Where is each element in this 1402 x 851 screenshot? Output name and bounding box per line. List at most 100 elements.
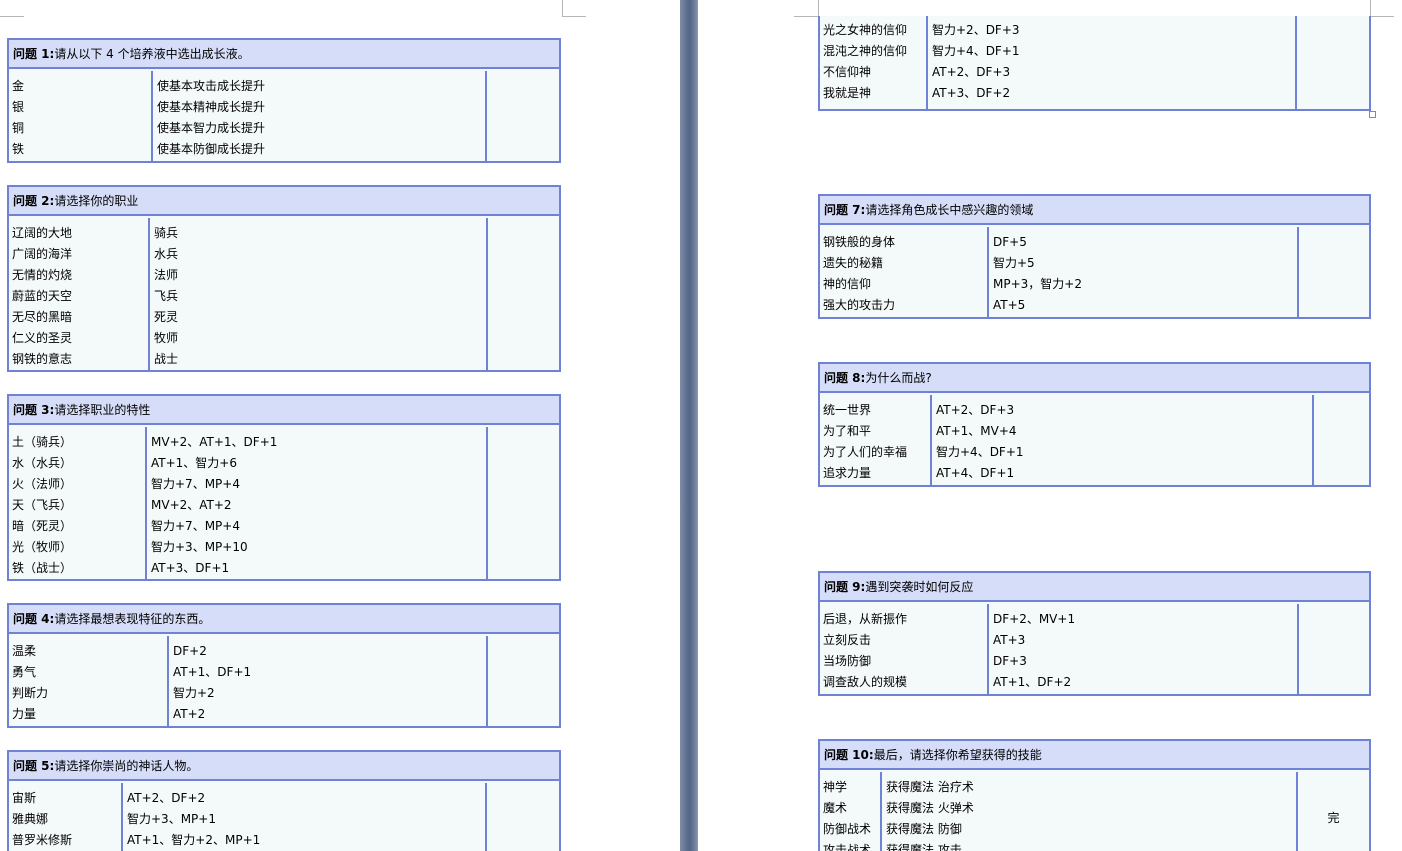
question-text: 请选择你的职业 [54, 194, 139, 208]
question-header: 问题 4:请选择最想表现特征的东西。 [9, 605, 559, 634]
answer-cell [485, 783, 559, 851]
option-label: 调查敌人的规模 [823, 675, 908, 689]
option-label: 铁（战士） [12, 561, 73, 575]
option-label: 钢铁的意志 [12, 352, 73, 366]
crop-mark [1370, 0, 1371, 17]
option-label: 仁义的圣灵 [12, 331, 73, 345]
option-effect: DF+3 [993, 654, 1027, 668]
question-number: 问题 5: [13, 759, 55, 773]
option-label: 立刻反击 [823, 633, 872, 647]
question-header: 问题 1:请从以下 4 个培养液中选出成长液。 [9, 40, 559, 69]
option-effect: 智力+5 [993, 256, 1035, 270]
option-label: 防御战术 [823, 822, 872, 836]
option-label: 光之女神的信仰 [823, 23, 908, 37]
option-effect: 智力+4、DF+1 [936, 445, 1024, 459]
option-effect: 获得魔法 攻击 [886, 843, 962, 851]
option-effect: DF+2、MV+1 [993, 612, 1076, 626]
option-effect: 牧师 [154, 331, 179, 345]
option-effect: 智力+7、MP+4 [151, 477, 240, 491]
option-label: 追求力量 [823, 466, 872, 480]
table-resize-handle[interactable] [1369, 111, 1376, 118]
crop-mark [818, 0, 819, 17]
crop-mark [562, 0, 563, 17]
document-page-left: 问题 1:请从以下 4 个培养液中选出成长液。 金 银 铜 铁 使基本攻击成长提… [0, 0, 680, 851]
answer-cell [1297, 604, 1369, 694]
option-effect: AT+3 [993, 633, 1026, 647]
option-effect: AT+1、DF+2 [993, 675, 1072, 689]
option-label: 天（飞兵） [12, 498, 73, 512]
option-label: 统一世界 [823, 403, 872, 417]
option-effect: 智力+3、MP+1 [127, 812, 216, 826]
question-header: 问题 8:为什么而战? [820, 364, 1369, 393]
question-text: 为什么而战? [865, 371, 932, 385]
question-header: 问题 5:请选择你崇尚的神话人物。 [9, 752, 559, 781]
option-effect: AT+2、DF+3 [932, 65, 1011, 79]
question-text: 遇到突袭时如何反应 [865, 580, 974, 594]
question-number: 问题 9: [824, 580, 866, 594]
question-number: 问题 10: [824, 748, 874, 762]
option-effect: AT+2 [173, 707, 206, 721]
crop-mark [562, 16, 586, 17]
crop-mark [0, 16, 24, 17]
question-text: 请选择最想表现特征的东西。 [54, 612, 211, 626]
question-text: 最后，请选择你希望获得的技能 [873, 748, 1042, 762]
option-label: 混沌之神的信仰 [823, 44, 908, 58]
option-label: 银 [12, 100, 25, 114]
option-label: 神的信仰 [823, 277, 872, 291]
question-text: 请从以下 4 个培养液中选出成长液。 [54, 47, 250, 61]
option-effect: 智力+2、DF+3 [932, 23, 1020, 37]
question-header: 问题 7:请选择角色成长中感兴趣的领域 [820, 196, 1369, 225]
option-label: 土（骑兵） [12, 435, 73, 449]
option-label: 无情的灼烧 [12, 268, 73, 282]
question-table: 问题 9:遇到突袭时如何反应 后退，从新振作 立刻反击 当场防御 调查敌人的规模… [818, 571, 1371, 696]
option-effect: 使基本智力成长提升 [157, 121, 266, 135]
question-number: 问题 7: [824, 203, 866, 217]
crop-mark [1370, 16, 1394, 17]
option-effect: 智力+2 [173, 686, 215, 700]
option-effect: AT+1、智力+2、MP+1 [127, 833, 261, 847]
option-effect: 获得魔法 火弹术 [886, 801, 974, 815]
option-label: 铜 [12, 121, 25, 135]
option-effect: AT+4、DF+1 [936, 466, 1015, 480]
option-effect: AT+2、DF+2 [127, 791, 206, 805]
question-table: 问题 8:为什么而战? 统一世界 为了和平 为了人们的幸福 追求力量 AT+2、… [818, 362, 1371, 487]
question-table: 问题 3:请选择职业的特性 土（骑兵） 水（水兵） 火（法师） 天（飞兵） 暗（… [7, 394, 561, 581]
option-effect: 水兵 [154, 247, 179, 261]
option-label: 普罗米修斯 [12, 833, 73, 847]
option-label: 无尽的黑暗 [12, 310, 73, 324]
question-number: 问题 1: [13, 47, 55, 61]
question-header: 问题 10:最后，请选择你希望获得的技能 [820, 741, 1369, 770]
option-label: 蔚蓝的天空 [12, 289, 73, 303]
question-table: 问题 1:请从以下 4 个培养液中选出成长液。 金 银 铜 铁 使基本攻击成长提… [7, 38, 561, 163]
option-label: 神学 [823, 780, 848, 794]
option-label: 遗失的秘籍 [823, 256, 884, 270]
answer-cell [486, 218, 559, 370]
question-header: 问题 3:请选择职业的特性 [9, 396, 559, 425]
answer-cell [1312, 395, 1369, 485]
answer-cell [486, 427, 559, 579]
option-label: 广阔的海洋 [12, 247, 73, 261]
option-label: 力量 [12, 707, 37, 721]
option-effect: AT+5 [993, 298, 1026, 312]
question-number: 问题 2: [13, 194, 55, 208]
document-page-right: 光之女神的信仰 混沌之神的信仰 不信仰神 我就是神 智力+2、DF+3 智力+4… [698, 0, 1402, 851]
option-effect: AT+1、智力+6 [151, 456, 237, 470]
question-text: 请选择你崇尚的神话人物。 [54, 759, 199, 773]
option-effect: 智力+4、DF+1 [932, 44, 1020, 58]
option-label: 辽阔的大地 [12, 226, 73, 240]
option-label: 攻击战术 [823, 843, 872, 851]
question-text: 请选择角色成长中感兴趣的领域 [865, 203, 1034, 217]
question-number: 问题 8: [824, 371, 866, 385]
option-effect: AT+1、DF+1 [173, 665, 252, 679]
question-table: 问题 5:请选择你崇尚的神话人物。 宙斯 雅典娜 普罗米修斯 AT+2、DF+2… [7, 750, 561, 851]
option-label: 我就是神 [823, 86, 872, 100]
option-effect: DF+5 [993, 235, 1027, 249]
option-effect: 骑兵 [154, 226, 179, 240]
option-label: 暗（死灵） [12, 519, 73, 533]
option-effect: 获得魔法 治疗术 [886, 780, 974, 794]
option-label: 强大的攻击力 [823, 298, 896, 312]
option-label: 为了和平 [823, 424, 872, 438]
option-effect: 死灵 [154, 310, 179, 324]
option-effect: AT+2、DF+3 [936, 403, 1015, 417]
answer-cell [1295, 16, 1369, 109]
